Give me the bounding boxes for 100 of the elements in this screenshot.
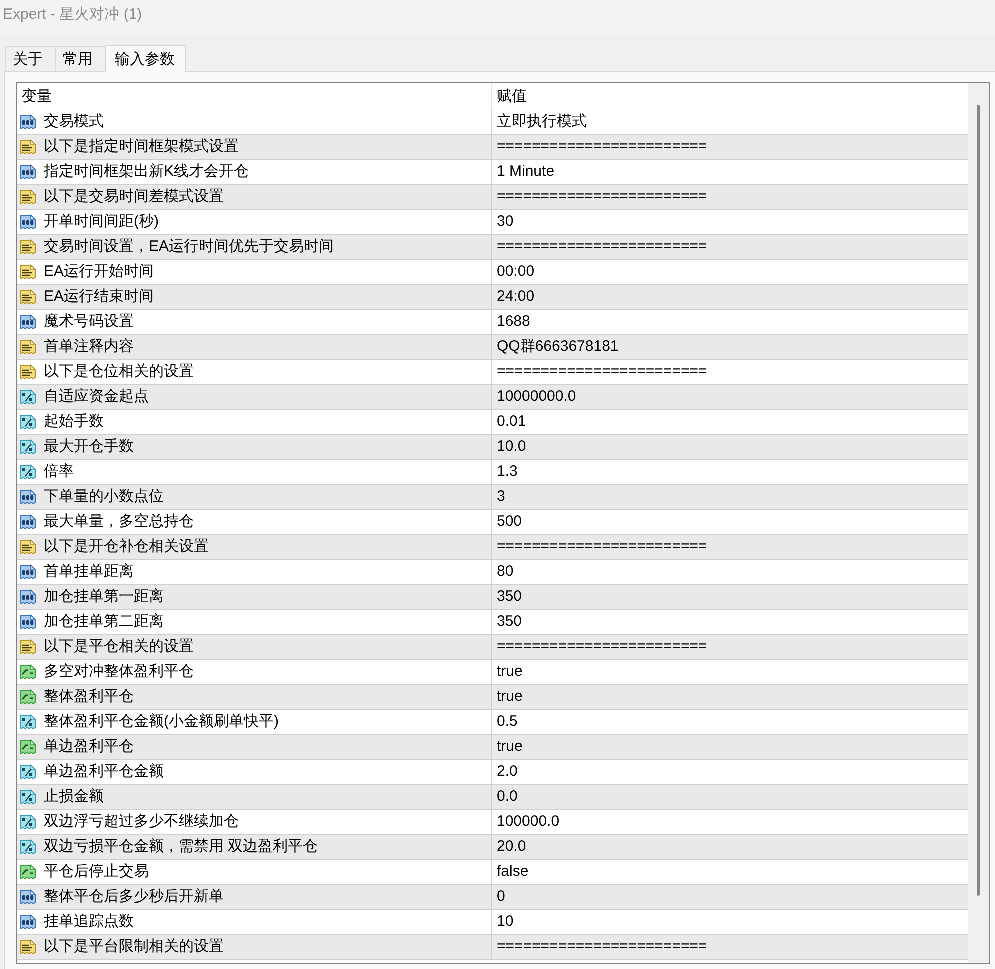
table-row[interactable]: 以下是指定时间框架模式设置 ======================== [17, 135, 968, 160]
table-row[interactable]: 以下是交易时间差模式设置 ======================== [17, 185, 968, 210]
double-type-icon [19, 839, 37, 855]
parameter-name: 整体盈利平仓 [44, 687, 134, 707]
parameter-name: 开单时间间距(秒) [44, 212, 159, 232]
table-row[interactable]: 以下是仓位相关的设置 ======================== [17, 360, 968, 385]
table-row[interactable]: 加仓挂单第一距离 350 [17, 585, 968, 610]
table-row[interactable]: 交易时间设置，EA运行时间优先于交易时间 ======================== [17, 235, 968, 260]
table-row[interactable]: 交易模式 立即执行模式 [17, 110, 968, 135]
table-row[interactable]: 加仓挂单第二距离 350 [17, 610, 968, 635]
parameter-value: 30 [497, 212, 514, 232]
parameter-value: 3 [497, 487, 506, 507]
parameter-value: ======================== [497, 537, 708, 557]
double-type-icon [19, 764, 37, 780]
double-type-icon [19, 814, 37, 830]
parameter-name: 倍率 [44, 462, 74, 482]
integer-type-icon [19, 489, 37, 505]
parameter-name: 下单量的小数点位 [44, 487, 164, 507]
table-row[interactable]: 整体平仓后多少秒后开新单 0 [17, 885, 968, 910]
table-row[interactable]: 首单挂单距离 80 [17, 560, 968, 585]
parameter-name: 双边亏损平仓金额，需禁用 双边盈利平仓 [44, 837, 318, 857]
double-type-icon [19, 439, 37, 455]
parameter-name: 加仓挂单第一距离 [44, 587, 164, 607]
parameter-value: ======================== [497, 237, 708, 257]
parameter-name: 单边盈利平仓 [44, 737, 134, 757]
string-type-icon [19, 364, 37, 380]
parameter-name: 交易时间设置，EA运行时间优先于交易时间 [44, 237, 334, 257]
parameter-value: 500 [497, 512, 522, 532]
parameter-value: ======================== [497, 137, 708, 157]
parameter-value: true [497, 662, 523, 682]
table-row[interactable]: 平仓后停止交易 false [17, 860, 968, 885]
table-row[interactable]: 以下是开仓补仓相关设置 ======================== [17, 535, 968, 560]
table-row[interactable]: 止损金额 0.0 [17, 785, 968, 810]
parameter-value: QQ群6663678181 [497, 337, 619, 357]
boolean-type-icon [19, 664, 37, 680]
double-type-icon [19, 789, 37, 805]
parameter-value: 00:00 [497, 262, 535, 282]
integer-type-icon [19, 164, 37, 180]
parameter-value: 10 [497, 912, 514, 932]
column-header[interactable]: 赋值 [497, 86, 527, 106]
table-row[interactable]: EA运行开始时间 00:00 [17, 260, 968, 285]
table-row[interactable]: 双边浮亏超过多少不继续加仓 100000.0 [17, 810, 968, 835]
parameter-value: false [497, 862, 529, 882]
double-type-icon [19, 414, 37, 430]
parameter-name: 多空对冲整体盈利平仓 [44, 662, 194, 682]
parameter-name: 加仓挂单第二距离 [44, 612, 164, 632]
table-row[interactable]: 下单量的小数点位 3 [17, 485, 968, 510]
table-row[interactable]: 单边盈利平仓金额 2.0 [17, 760, 968, 785]
table-row[interactable]: 挂单追踪点数 10 [17, 910, 968, 935]
table-row[interactable]: 起始手数 0.01 [17, 410, 968, 435]
table-row[interactable]: 魔术号码设置 1688 [17, 310, 968, 335]
table-row[interactable]: 倍率 1.3 [17, 460, 968, 485]
parameter-name: 止损金额 [44, 787, 104, 807]
parameter-name: 以下是开仓补仓相关设置 [44, 537, 209, 557]
parameter-value: 10000000.0 [497, 387, 576, 407]
table-row[interactable]: 首单注释内容 QQ群6663678181 [17, 335, 968, 360]
parameter-name: 指定时间框架出新K线才会开仓 [44, 162, 250, 182]
parameter-name: 整体盈利平仓金额(小金额刷单快平) [44, 712, 279, 732]
string-type-icon [19, 939, 37, 955]
table-row[interactable]: 双边亏损平仓金额，需禁用 双边盈利平仓 20.0 [17, 835, 968, 860]
integer-type-icon [19, 214, 37, 230]
table-row[interactable]: 单边盈利平仓 true [17, 735, 968, 760]
parameter-name: 自适应资金起点 [44, 387, 149, 407]
parameter-name: 单边盈利平仓金额 [44, 762, 164, 782]
integer-type-icon [19, 589, 37, 605]
parameter-value: true [497, 687, 523, 707]
table-row[interactable]: 自适应资金起点 10000000.0 [17, 385, 968, 410]
table-row[interactable]: 整体盈利平仓金额(小金额刷单快平) 0.5 [17, 710, 968, 735]
table-row[interactable]: 多空对冲整体盈利平仓 true [17, 660, 968, 685]
column-header[interactable]: 变量 [22, 86, 52, 106]
parameter-value: ======================== [497, 362, 708, 382]
parameter-name: 以下是平台限制相关的设置 [44, 937, 224, 957]
parameter-value: 2.0 [497, 762, 518, 782]
table-row[interactable]: 整体盈利平仓 true [17, 685, 968, 710]
scrollbar[interactable] [968, 83, 989, 963]
table-row[interactable]: 最大开仓手数 10.0 [17, 435, 968, 460]
table-row[interactable]: EA运行结束时间 24:00 [17, 285, 968, 310]
parameter-name: 起始手数 [44, 412, 104, 432]
table-row[interactable]: 以下是平仓相关的设置 ======================== [17, 635, 968, 660]
parameter-value: 80 [497, 562, 514, 582]
tab[interactable]: 输入参数 [105, 45, 186, 72]
parameter-value: 10.0 [497, 437, 526, 457]
scrollbar-thumb[interactable] [977, 105, 980, 896]
table-row[interactable]: 指定时间框架出新K线才会开仓 1 Minute [17, 160, 968, 185]
integer-type-icon [19, 314, 37, 330]
parameter-value: 350 [497, 587, 522, 607]
table-row[interactable]: 开单时间间距(秒) 30 [17, 210, 968, 235]
tab[interactable]: 常用 [55, 46, 105, 71]
parameter-name: 首单挂单距离 [44, 562, 134, 582]
double-type-icon [19, 389, 37, 405]
integer-type-icon [19, 889, 37, 905]
boolean-type-icon [19, 739, 37, 755]
string-type-icon [19, 264, 37, 280]
table-row[interactable]: 以下是平台限制相关的设置 ======================== [17, 935, 968, 960]
table-row[interactable]: 最大单量，多空总持仓 500 [17, 510, 968, 535]
tab[interactable]: 关于 [5, 46, 55, 71]
parameter-name: 魔术号码设置 [44, 312, 134, 332]
string-type-icon [19, 289, 37, 305]
string-type-icon [19, 139, 37, 155]
integer-type-icon [19, 114, 37, 130]
